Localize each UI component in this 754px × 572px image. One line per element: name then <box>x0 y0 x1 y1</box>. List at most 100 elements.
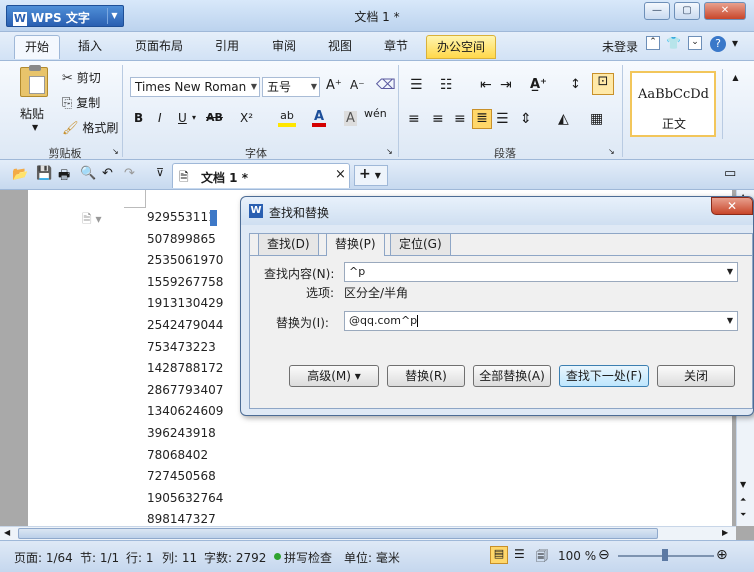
tab-review[interactable]: 审阅 <box>262 35 306 59</box>
replace-input[interactable]: @qq.com^p ▼ <box>344 311 738 331</box>
font-size-select[interactable]: 五号 ▼ <box>262 77 320 97</box>
open-folder-icon[interactable]: 📂 <box>12 167 28 182</box>
paragraph-launcher-icon[interactable]: ↘ <box>608 147 615 156</box>
chevron-down-icon[interactable]: ▼ <box>727 263 733 281</box>
highlight-icon[interactable]: ab <box>278 109 296 127</box>
borders-icon[interactable]: ▦ <box>590 111 603 127</box>
dialog-title-bar[interactable]: W 查找和替换 <box>241 197 753 225</box>
redo-icon[interactable]: ↷ <box>124 166 135 181</box>
tab-goto[interactable]: 定位(G) <box>390 233 451 255</box>
line-spacing-icon[interactable]: ⇕ <box>520 111 532 127</box>
align-right-icon[interactable]: ≡ <box>454 111 466 127</box>
styles-scroll[interactable]: ▲ <box>722 69 748 139</box>
status-spellcheck[interactable]: 拼写检查 <box>284 549 332 566</box>
tab-office-space[interactable]: 办公空间 <box>426 35 497 59</box>
customize-quickbar-icon[interactable]: ⊽ <box>156 166 164 179</box>
status-word-count[interactable]: 字数: 2792 <box>204 549 266 566</box>
next-page-icon[interactable]: ⏷ <box>740 510 746 520</box>
status-unit[interactable]: 单位: 毫米 <box>344 549 400 566</box>
tab-replace[interactable]: 替换(P) <box>326 233 385 256</box>
clear-format-icon[interactable]: ⌫ <box>376 77 396 93</box>
undo-icon[interactable]: ↶ <box>102 166 113 181</box>
paragraph-handle-icon[interactable]: 🗎 ▾ <box>82 210 102 231</box>
find-next-button[interactable]: 查找下一处(F) <box>559 365 649 387</box>
scroll-left-icon[interactable]: ◀ <box>4 528 10 537</box>
save-icon[interactable]: 💾 <box>36 166 52 181</box>
skin-icon[interactable]: 👕 <box>666 36 681 50</box>
status-page[interactable]: 页面: 1/64 <box>14 549 73 566</box>
page-view-icon[interactable]: ▤ <box>490 546 508 564</box>
chevron-down-icon[interactable]: ▼ <box>727 312 733 330</box>
maximize-button[interactable]: ▢ <box>674 2 700 20</box>
document-tab[interactable]: 🗎 文档 1 * × <box>172 163 350 188</box>
dialog-close-icon[interactable]: ✕ <box>711 197 753 215</box>
advanced-button[interactable]: 高级(M) ▾ <box>289 365 379 387</box>
align-left-icon[interactable]: ≡ <box>408 111 420 127</box>
decrease-indent-icon[interactable]: ⇤ <box>480 77 492 93</box>
zoom-thumb[interactable] <box>662 549 668 561</box>
tab-references[interactable]: 引用 <box>205 35 249 59</box>
clipboard-launcher-icon[interactable]: ↘ <box>112 147 119 156</box>
underline-button[interactable]: U <box>178 111 187 125</box>
h-scroll-thumb[interactable] <box>18 528 658 539</box>
close-tab-button[interactable]: × <box>335 167 346 182</box>
justify-icon[interactable]: ≣ <box>472 109 492 129</box>
find-input[interactable]: ^p ▼ <box>344 262 738 282</box>
show-marks-icon[interactable]: ⊡ <box>592 73 614 95</box>
tab-find[interactable]: 查找(D) <box>258 233 319 255</box>
outline-view-icon[interactable]: ☰ <box>514 547 525 561</box>
underline-dropdown-icon[interactable]: ▾ <box>192 113 196 122</box>
tab-page-layout[interactable]: 页面布局 <box>125 35 193 59</box>
replace-button[interactable]: 替换(R) <box>387 365 465 387</box>
web-view-icon[interactable]: 🗐 <box>536 547 548 568</box>
format-painter-button[interactable]: 🖌 格式刷 <box>62 119 118 136</box>
align-center-icon[interactable]: ≡ <box>432 111 444 127</box>
bold-button[interactable]: B <box>134 111 143 125</box>
collapse-ribbon-icon[interactable]: ⌃ <box>646 36 660 50</box>
tab-view[interactable]: 视图 <box>318 35 362 59</box>
grow-font-button[interactable]: A⁺ <box>326 78 342 93</box>
window-switch-icon[interactable]: ▭ <box>724 166 736 181</box>
replace-all-button[interactable]: 全部替换(A) <box>473 365 551 387</box>
paste-dropdown-icon[interactable]: ▼ <box>32 123 38 132</box>
expand-icon[interactable]: ⌄ <box>688 36 702 50</box>
prev-page-icon[interactable]: ⏶ <box>740 495 746 505</box>
font-color-button[interactable]: A <box>312 109 326 127</box>
zoom-in-icon[interactable]: ⊕ <box>716 547 728 563</box>
cut-button[interactable]: ✂ 剪切 <box>62 69 101 86</box>
paste-icon[interactable] <box>20 65 48 97</box>
zoom-out-icon[interactable]: ⊖ <box>598 547 610 563</box>
tab-chapter[interactable]: 章节 <box>374 35 418 59</box>
increase-indent-icon[interactable]: ⇥ <box>500 77 512 93</box>
scroll-right-icon[interactable]: ▶ <box>722 528 728 537</box>
superscript-button[interactable]: X² <box>240 111 253 125</box>
copy-button[interactable]: ⎘ 复制 <box>62 94 100 111</box>
style-normal[interactable]: AaBbCcDd 正文 <box>630 71 716 137</box>
shrink-font-button[interactable]: A⁻ <box>350 78 365 92</box>
help-dropdown-icon[interactable]: ▾ <box>732 36 738 50</box>
font-name-select[interactable]: Times New Roman ▼ <box>130 77 260 97</box>
sort-icon[interactable]: ↕ <box>570 77 581 92</box>
scroll-down-icon[interactable]: ▼ <box>740 480 746 489</box>
print-icon[interactable]: 🖶 <box>58 166 70 188</box>
print-preview-icon[interactable]: 🔍 <box>80 166 96 181</box>
shading-icon[interactable]: ◭ <box>558 111 569 127</box>
login-status[interactable]: 未登录 <box>602 38 638 55</box>
distribute-icon[interactable]: ☰ <box>496 111 509 127</box>
strikethrough-button[interactable]: AB <box>206 111 223 124</box>
char-shading-button[interactable]: A <box>344 111 357 126</box>
horizontal-scrollbar[interactable]: ◀ ▶ <box>0 526 736 540</box>
close-button[interactable]: 关闭 <box>657 365 735 387</box>
paste-button[interactable]: 粘贴 <box>20 105 44 122</box>
numbering-icon[interactable]: ☷ <box>440 77 453 93</box>
bullets-icon[interactable]: ☰ <box>410 77 423 93</box>
close-window-button[interactable]: ✕ <box>704 2 746 20</box>
font-launcher-icon[interactable]: ↘ <box>386 147 393 156</box>
chinese-layout-icon[interactable]: A̲⁺ <box>530 77 547 92</box>
tab-home[interactable]: 开始 <box>14 35 61 59</box>
help-icon[interactable]: ? <box>710 36 726 52</box>
zoom-level[interactable]: 100 % <box>558 549 596 563</box>
tab-insert[interactable]: 插入 <box>68 35 112 59</box>
phonetic-guide-button[interactable]: wén <box>364 107 387 120</box>
new-tab-button[interactable]: + ▼ <box>354 165 388 186</box>
